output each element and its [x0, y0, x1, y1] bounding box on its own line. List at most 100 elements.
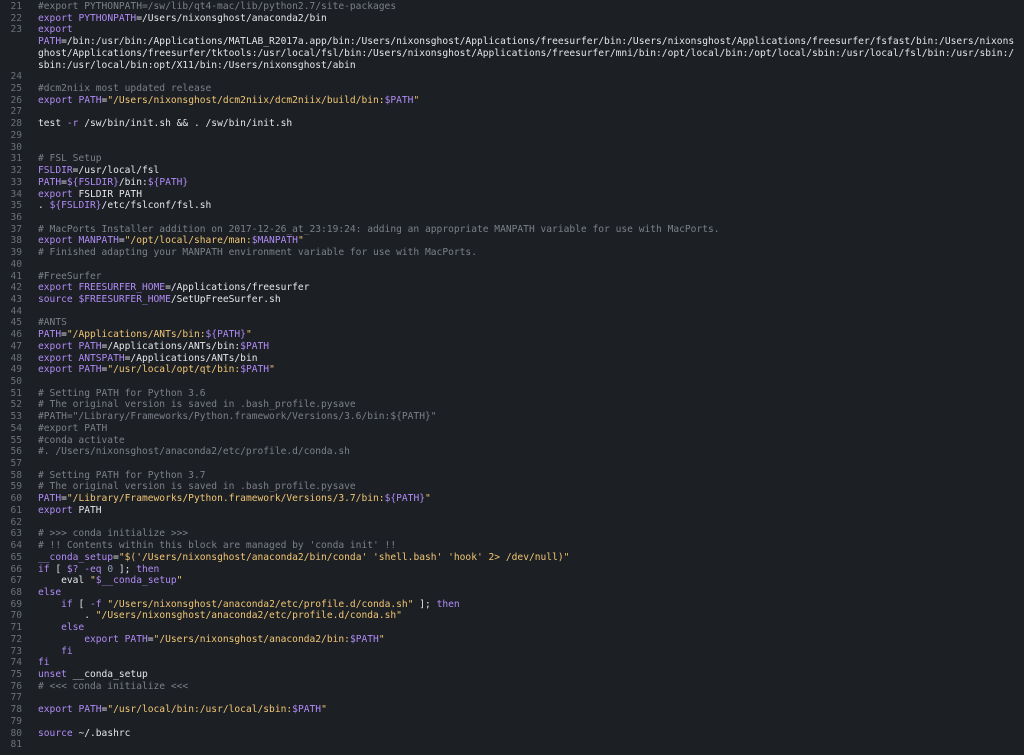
code-token: export [38, 12, 79, 24]
code-line[interactable]: 61 export PATH [0, 505, 1024, 517]
line-number: 26 [10, 94, 22, 106]
code-line[interactable]: 45 #ANTS [0, 317, 1024, 329]
code-text: . ${FSLDIR}/etc/fslconf/fsl.sh [38, 200, 1018, 212]
code-token: export [38, 282, 79, 294]
code-line[interactable]: 42 export FREESURFER_HOME=/Applications/f… [0, 282, 1024, 294]
code-token: source [38, 293, 79, 305]
code-line[interactable]: 33 PATH=${FSLDIR}/bin:${PATH} [0, 177, 1024, 189]
code-token: ANTSPATH [78, 352, 125, 364]
code-line[interactable]: 31 # FSL Setup [0, 153, 1024, 165]
code-line[interactable]: 81 [0, 739, 1024, 751]
code-token: PATH [124, 633, 148, 645]
code-text: # Finished adapting your MANPATH environ… [38, 247, 1018, 259]
code-text: . "/Users/nixonsghost/anaconda2/etc/prof… [38, 610, 1018, 622]
code-line[interactable]: 49 export PATH="/usr/local/opt/qt/bin:$PA… [0, 364, 1024, 376]
line-number: 58 [10, 469, 22, 481]
code-line[interactable]: 25 #dcm2niix most updated release [0, 83, 1024, 95]
code-line[interactable]: 24 [0, 71, 1024, 83]
code-line[interactable]: 74 fi [0, 657, 1024, 669]
code-line[interactable]: 71 else [0, 622, 1024, 634]
code-line[interactable]: 34 export FSLDIR PATH [0, 189, 1024, 201]
code-token: # Setting PATH for Python 3.6 [38, 387, 206, 399]
code-line[interactable]: 27 [0, 106, 1024, 118]
code-token: PATH [78, 504, 102, 516]
line-number: 35 [10, 200, 22, 212]
code-line[interactable]: 57 [0, 458, 1024, 470]
code-line[interactable]: 60 PATH="/Library/Frameworks/Python.frame… [0, 493, 1024, 505]
code-line[interactable]: 38 export MANPATH="/opt/local/share/man:$… [0, 235, 1024, 247]
code-token: export [38, 364, 79, 376]
code-line[interactable]: 41 #FreeSurfer [0, 271, 1024, 283]
code-line[interactable]: 23 export PATH=/bin:/usr/bin:/Application… [0, 24, 1024, 71]
code-token: #PATH="/Library/Frameworks/Python.framew… [38, 411, 437, 423]
code-line[interactable]: 40 [0, 259, 1024, 271]
line-number: 45 [10, 317, 22, 329]
code-line[interactable]: 65 __conda_setup="$('/Users/nixonsghost/a… [0, 552, 1024, 564]
code-line[interactable]: 56 #. /Users/nixonsghost/anaconda2/etc/pr… [0, 446, 1024, 458]
code-line[interactable]: 21 #export PYTHONPATH=/sw/lib/qt4-mac/lib… [0, 1, 1024, 13]
code-text: #ANTS [38, 317, 1018, 329]
code-line[interactable]: 66 if [ $? -eq 0 ]; then [0, 564, 1024, 576]
code-text: # Setting PATH for Python 3.6 [38, 388, 1018, 400]
code-line[interactable]: 35 . ${FSLDIR}/etc/fslconf/fsl.sh [0, 200, 1024, 212]
code-line[interactable]: 64 # !! Contents within this block are ma… [0, 540, 1024, 552]
code-editor[interactable]: 21 #export PYTHONPATH=/sw/lib/qt4-mac/lib… [0, 0, 1024, 755]
code-text: export PATH=/Applications/ANTs/bin:$PATH [38, 341, 1018, 353]
code-line[interactable]: 47 export PATH=/Applications/ANTs/bin:$PA… [0, 341, 1024, 353]
code-line[interactable]: 29 [0, 130, 1024, 142]
code-line[interactable]: 80 source ~/.bashrc [0, 728, 1024, 740]
code-line[interactable]: 37 # MacPorts Installer addition on 2017-… [0, 224, 1024, 236]
code-token: =/bin:/usr/bin:/Applications/MATLAB_R201… [38, 36, 1015, 71]
code-line[interactable]: 70 . "/Users/nixonsghost/anaconda2/etc/p… [0, 610, 1024, 622]
code-line[interactable]: 78 export PATH="/usr/local/bin:/usr/local… [0, 704, 1024, 716]
code-line[interactable]: 46 PATH="/Applications/ANTs/bin:${PATH}" [0, 329, 1024, 341]
code-line[interactable]: 62 [0, 517, 1024, 529]
code-text: # Setting PATH for Python 3.7 [38, 470, 1018, 482]
code-line[interactable]: 26 export PATH="/Users/nixonsghost/dcm2ni… [0, 95, 1024, 107]
code-line[interactable]: 69 if [ -f "/Users/nixonsghost/anaconda2… [0, 599, 1024, 611]
code-line[interactable]: 53 #PATH="/Library/Frameworks/Python.fram… [0, 411, 1024, 423]
code-line[interactable]: 36 [0, 212, 1024, 224]
code-token: if [38, 563, 50, 575]
code-line[interactable]: 43 source $FREESURFER_HOME/SetUpFreeSurfe… [0, 294, 1024, 306]
code-line[interactable]: 63 # >>> conda initialize >>> [0, 528, 1024, 540]
code-line[interactable]: 39 # Finished adapting your MANPATH envir… [0, 247, 1024, 259]
line-number: 54 [10, 422, 22, 434]
code-line[interactable]: 22 export PYTHONPATH=/Users/nixonsghost/a… [0, 13, 1024, 25]
code-line[interactable]: 68 else [0, 587, 1024, 599]
line-number: 64 [10, 540, 22, 552]
line-number: 72 [10, 633, 22, 645]
code-line[interactable]: 67 eval "$__conda_setup" [0, 575, 1024, 587]
line-number: 62 [10, 516, 22, 528]
code-line[interactable]: 75 unset __conda_setup [0, 669, 1024, 681]
code-line[interactable]: 30 [0, 142, 1024, 154]
code-line[interactable]: 54 #export PATH [0, 423, 1024, 435]
code-line[interactable]: 55 #conda activate [0, 435, 1024, 447]
code-line[interactable]: 79 [0, 716, 1024, 728]
code-token: export [38, 352, 79, 364]
code-line[interactable]: 28 test -r /sw/bin/init.sh && . /sw/bin/i… [0, 118, 1024, 130]
code-line[interactable]: 52 # The original version is saved in .ba… [0, 399, 1024, 411]
code-line[interactable]: 48 export ANTSPATH=/Applications/ANTs/bin [0, 353, 1024, 365]
code-token: /bin: [118, 176, 148, 188]
code-line[interactable]: 58 # Setting PATH for Python 3.7 [0, 470, 1024, 482]
code-token: $PATH [240, 364, 270, 376]
code-token: "/opt/local/share/man: [124, 235, 252, 247]
code-line[interactable]: 50 [0, 376, 1024, 388]
line-number: 78 [10, 704, 22, 716]
code-text: export PATH="/Users/nixonsghost/dcm2niix… [38, 95, 1018, 107]
code-line[interactable]: 51 # Setting PATH for Python 3.6 [0, 388, 1024, 400]
code-line[interactable]: 76 # <<< conda initialize <<< [0, 681, 1024, 693]
code-line[interactable]: 72 export PATH="/Users/nixonsghost/anaco… [0, 634, 1024, 646]
code-token: PATH [38, 36, 62, 48]
code-text: source ~/.bashrc [38, 728, 1018, 740]
code-line[interactable]: 73 fi [0, 646, 1024, 658]
code-token: ${FSLDIR} [66, 176, 119, 188]
code-line[interactable]: 44 [0, 306, 1024, 318]
code-text: __conda_setup="$('/Users/nixonsghost/ana… [38, 552, 1018, 564]
line-number: 42 [10, 282, 22, 294]
code-line[interactable]: 32 FSLDIR=/usr/local/fsl [0, 165, 1024, 177]
code-line[interactable]: 77 [0, 692, 1024, 704]
code-line[interactable]: 59 # The original version is saved in .ba… [0, 481, 1024, 493]
